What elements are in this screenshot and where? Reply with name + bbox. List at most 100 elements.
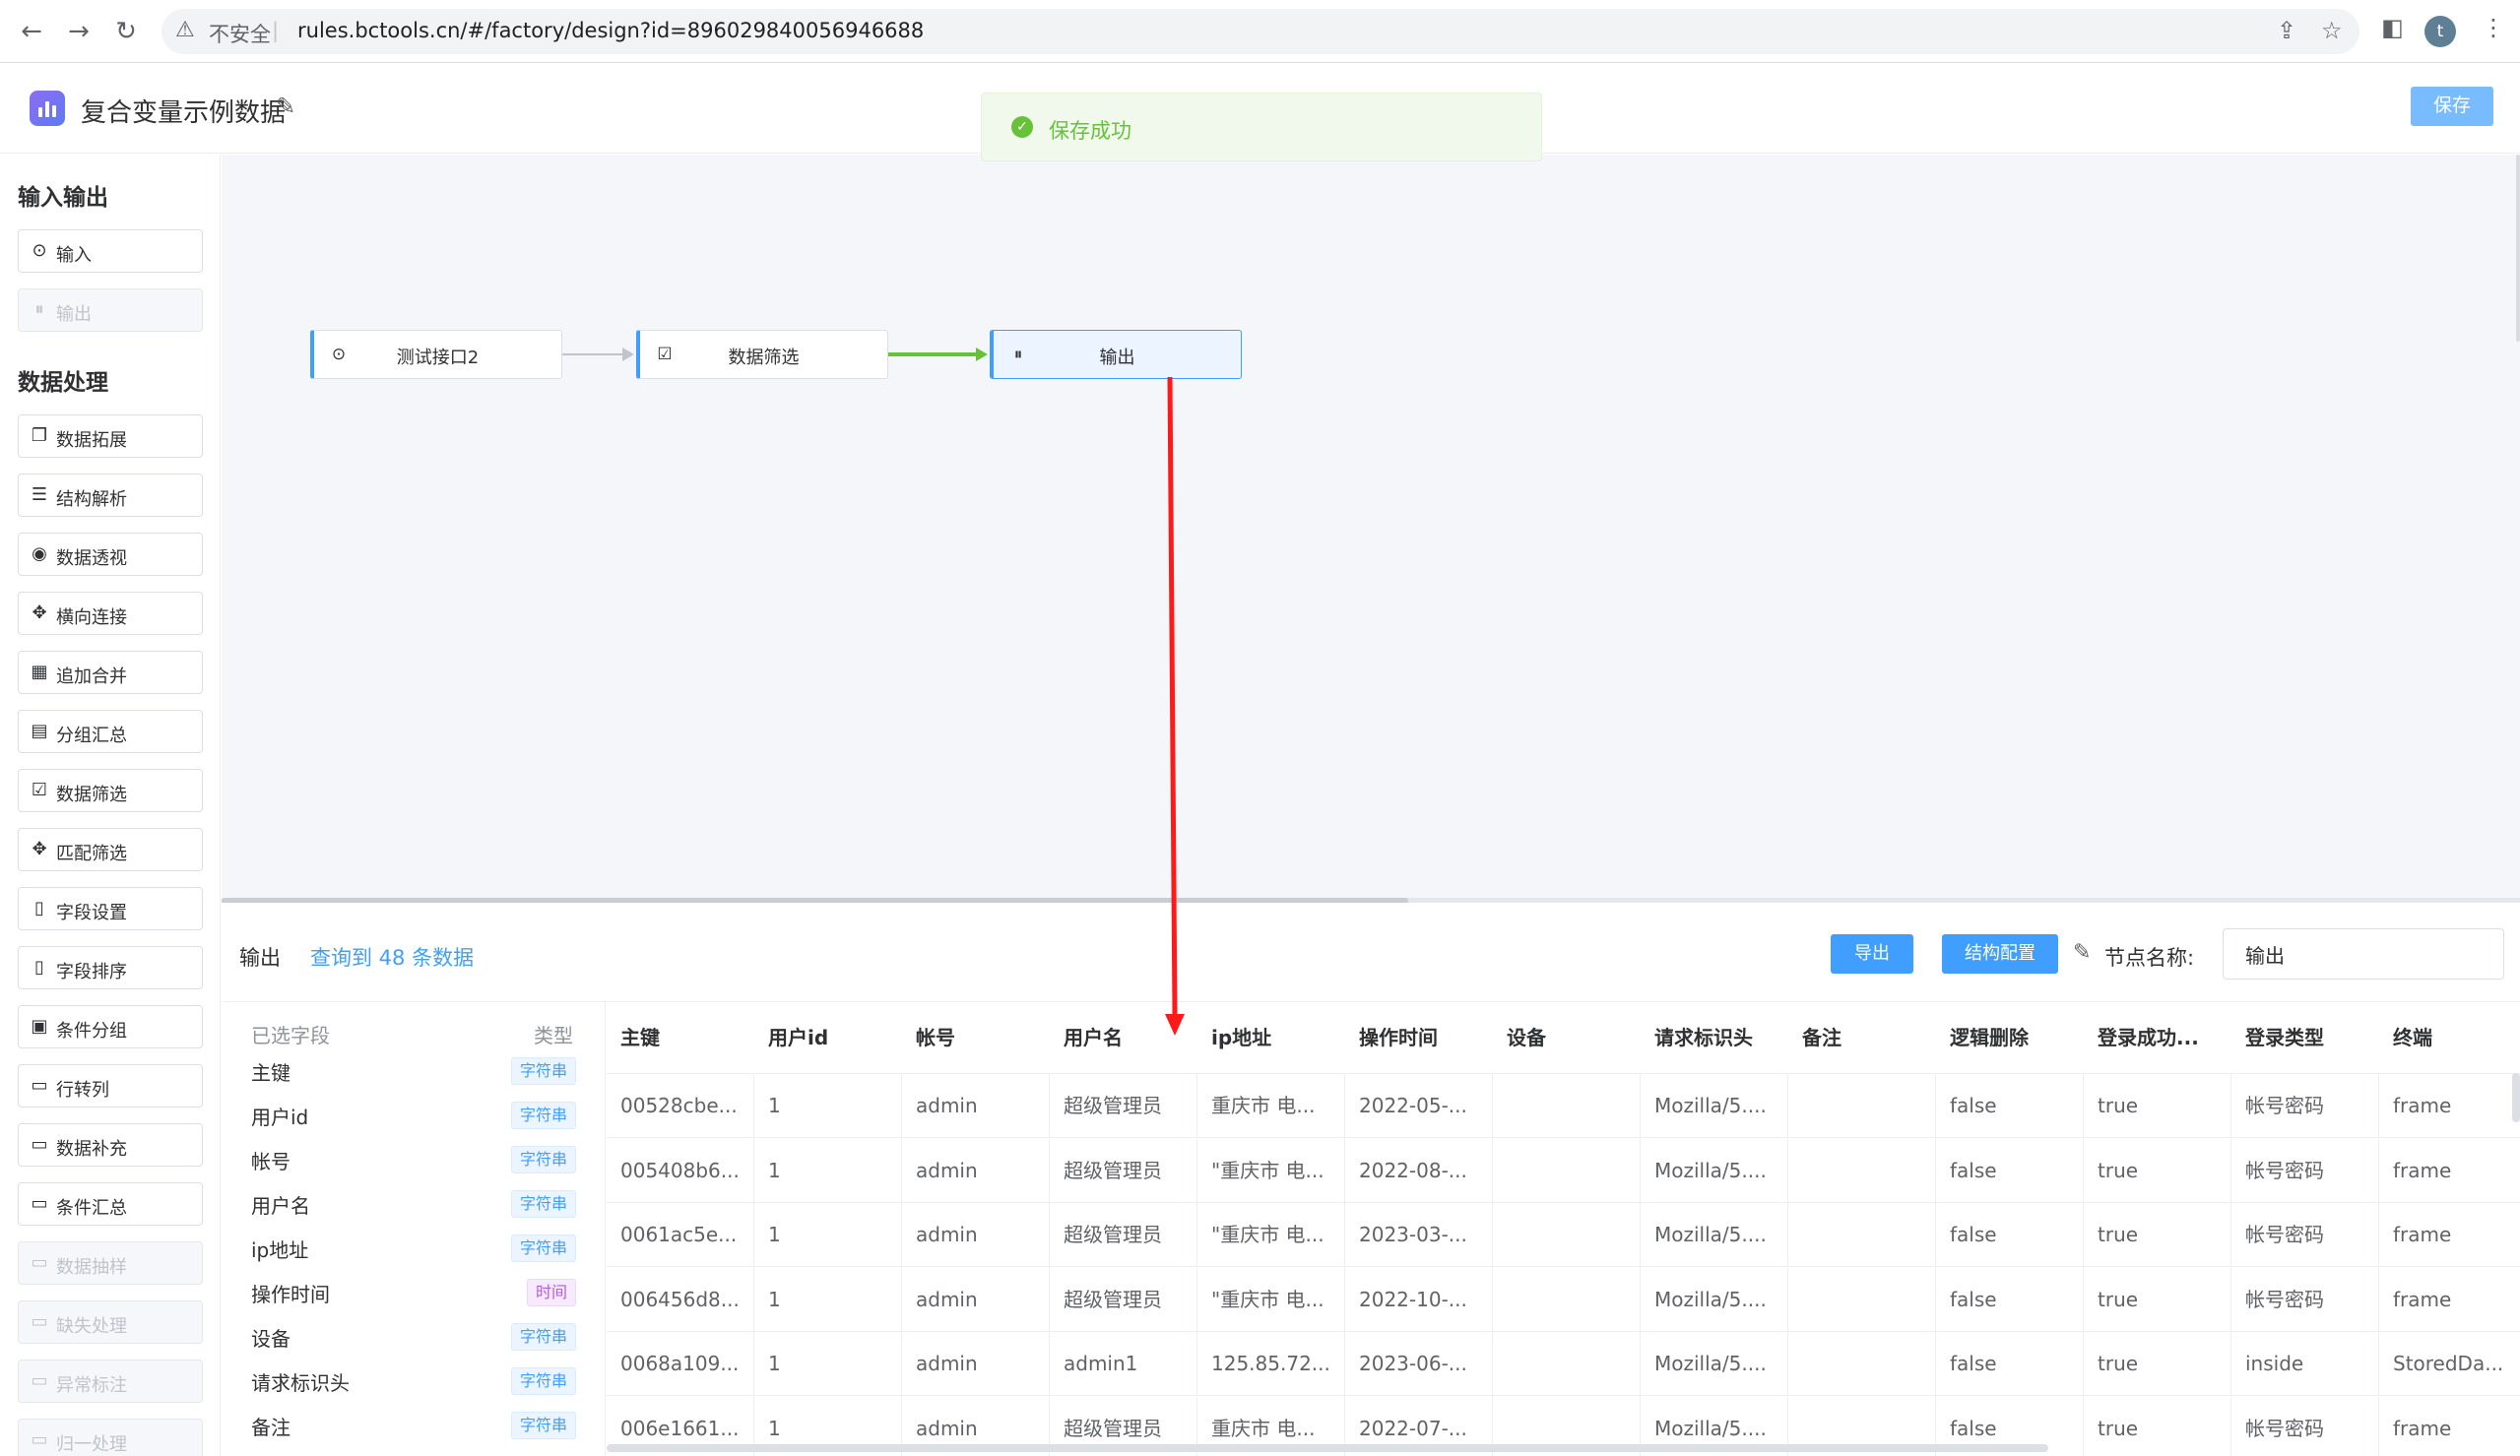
table-horizontal-scrollbar[interactable] [607, 1442, 2520, 1454]
sidebar-item[interactable]: ⊙ 输入 [18, 229, 203, 273]
toast-message: 保存成功 [1049, 119, 1131, 143]
insecure-label: 不安全 [209, 23, 271, 46]
flow-node-label: 输出 [1099, 348, 1135, 368]
table-header-cell[interactable]: 备注 [1788, 1002, 1936, 1073]
browser-toolbar: ← → ↻ ⚠ 不安全 | rules.bctools.cn/#/factory… [0, 0, 2520, 63]
file-check-icon: ☑ [31, 780, 48, 800]
node-name-label: 节点名称: [2104, 946, 2195, 970]
node-name-input[interactable] [2223, 928, 2504, 980]
sidebar-item[interactable]: ✥ 横向连接 [18, 592, 203, 635]
table-cell: Mozilla/5.... [1641, 1074, 1788, 1138]
sidebar-item[interactable]: ▣ 条件分组 [18, 1005, 203, 1048]
table-header-cell[interactable]: 主键 [607, 1002, 754, 1073]
table-cell: false [1936, 1203, 2084, 1267]
field-type-tag: 字符串 [510, 1367, 576, 1395]
panel-node-name: 输出 [239, 946, 281, 970]
table-header-cell[interactable]: 用户名 [1050, 1002, 1197, 1073]
table-cell: frame [2379, 1074, 2520, 1138]
table-cell: false [1936, 1332, 2084, 1396]
flow-canvas[interactable]: ⊙ 测试接口2 ☑ 数据筛选 ⏸ 输出 [222, 155, 2520, 904]
table-cell: 2022-10-... [1345, 1267, 1493, 1332]
table-header-cell[interactable]: 用户id [754, 1002, 902, 1073]
sidebar-item: ▭ 缺失处理 [18, 1300, 203, 1344]
sidebar-item[interactable]: ❐ 数据拓展 [18, 414, 203, 458]
sidebar-item-label: 数据补充 [56, 1139, 127, 1160]
sidebar-item[interactable]: ▦ 追加合并 [18, 651, 203, 694]
share-icon[interactable]: ⇪ [2277, 17, 2296, 44]
profile-avatar[interactable]: t [2424, 16, 2456, 47]
field-name: ip地址 [251, 1238, 309, 1262]
table-cell: admin [902, 1332, 1050, 1396]
address-bar[interactable]: ⚠ 不安全 | rules.bctools.cn/#/factory/desig… [162, 9, 2359, 54]
table-cell: 2023-03-... [1345, 1203, 1493, 1267]
sidebar-item[interactable]: ☰ 结构解析 [18, 474, 203, 517]
side-panel-icon[interactable]: ◧ [2381, 14, 2404, 41]
table-header-cell[interactable]: 登录成功... [2084, 1002, 2231, 1073]
flow-node[interactable]: ☑ 数据筛选 [636, 330, 888, 379]
sidebar-item[interactable]: ▯ 字段排序 [18, 946, 203, 989]
sidebar-section-title: 数据处理 [18, 370, 108, 396]
sidebar-item[interactable]: ▤ 分组汇总 [18, 710, 203, 753]
fields-header: 已选字段 [251, 1024, 330, 1047]
table-cell [1493, 1074, 1641, 1138]
save-button[interactable]: 保存 [2411, 87, 2493, 126]
table-cell: Mozilla/5.... [1641, 1203, 1788, 1267]
flow-node[interactable]: ⏸ 输出 [990, 330, 1242, 379]
table-cell: 2022-08-... [1345, 1138, 1493, 1203]
field-row: 用户名 字符串 [251, 1184, 576, 1224]
document-icon: ▤ [31, 721, 48, 741]
table-cell: 超级管理员 [1050, 1138, 1197, 1203]
field-type-tag: 字符串 [510, 1057, 576, 1085]
sidebar-section-title: 输入输出 [18, 185, 108, 211]
sidebar-item[interactable]: ✥ 匹配筛选 [18, 828, 203, 871]
sidebar-item[interactable]: ▭ 数据补充 [18, 1123, 203, 1167]
back-arrow-icon[interactable]: ← [14, 14, 49, 49]
table-header-cell[interactable]: 登录类型 [2231, 1002, 2379, 1073]
table-cell: admin [902, 1138, 1050, 1203]
table-cell: frame [2379, 1139, 2520, 1203]
reload-icon[interactable]: ↻ [108, 14, 144, 49]
app-header: 复合变量示例数据 ✎ ✓ 保存成功 保存 [0, 63, 2520, 161]
eye-icon: ◉ [32, 543, 47, 564]
table-cell: true [2084, 1267, 2231, 1332]
table-header-cell[interactable]: 请求标识头 [1641, 1002, 1788, 1073]
page-title: 复合变量示例数据 [81, 98, 287, 128]
sidebar-item[interactable]: ◉ 数据透视 [18, 533, 203, 576]
copy-icon: ❐ [31, 425, 48, 446]
forward-arrow-icon[interactable]: → [61, 14, 97, 49]
table-header-cell[interactable]: 设备 [1493, 1002, 1641, 1073]
table-vertical-scrollbar[interactable] [2512, 1073, 2520, 1122]
table-cell [1788, 1332, 1936, 1396]
field-name: 用户id [251, 1106, 309, 1129]
structure-config-button[interactable]: 结构配置 [1942, 934, 2058, 974]
sidebar-item[interactable]: ▯ 字段设置 [18, 887, 203, 930]
table-cell: "重庆市 电... [1197, 1138, 1345, 1203]
table-header-cell[interactable]: ip地址 [1197, 1002, 1345, 1073]
flow-node[interactable]: ⊙ 测试接口2 [310, 330, 562, 379]
edit-pencil-icon[interactable]: ✎ [276, 93, 295, 120]
warning-icon: ⚠ [175, 18, 195, 42]
export-button[interactable]: 导出 [1831, 934, 1913, 974]
table-cell: frame [2379, 1203, 2520, 1267]
sidebar-item-label: 追加合并 [56, 666, 127, 687]
table-header-cell[interactable]: 终端 [2379, 1002, 2520, 1073]
table-header-cell[interactable]: 帐号 [902, 1002, 1050, 1073]
move-icon: ✥ [32, 839, 47, 859]
box-icon: ▭ [31, 1252, 48, 1273]
table-row: 006456d8... 1 admin 超级管理员 "重庆市 电... 2022-10-.… [607, 1267, 2520, 1332]
table-cell: true [2084, 1203, 2231, 1267]
address-url[interactable]: rules.bctools.cn/#/factory/design?id=896… [297, 19, 924, 42]
pause-circle-icon: ⏸ [34, 299, 44, 320]
table-cell: admin [902, 1267, 1050, 1332]
table-cell: 0068a109... [607, 1332, 754, 1396]
table-cell: 超级管理员 [1050, 1267, 1197, 1332]
table-header-cell[interactable]: 逻辑删除 [1936, 1002, 2084, 1073]
sidebar-item-label: 数据筛选 [56, 785, 127, 805]
canvas-vertical-scrollbar[interactable] [2516, 155, 2520, 342]
sidebar-item[interactable]: ▭ 条件汇总 [18, 1182, 203, 1226]
sidebar-item[interactable]: ▭ 行转列 [18, 1064, 203, 1108]
more-menu-icon[interactable]: ⋮ [2482, 14, 2505, 41]
table-header-cell[interactable]: 操作时间 [1345, 1002, 1493, 1073]
sidebar-item[interactable]: ☑ 数据筛选 [18, 769, 203, 812]
bookmark-star-icon[interactable]: ☆ [2321, 17, 2343, 44]
